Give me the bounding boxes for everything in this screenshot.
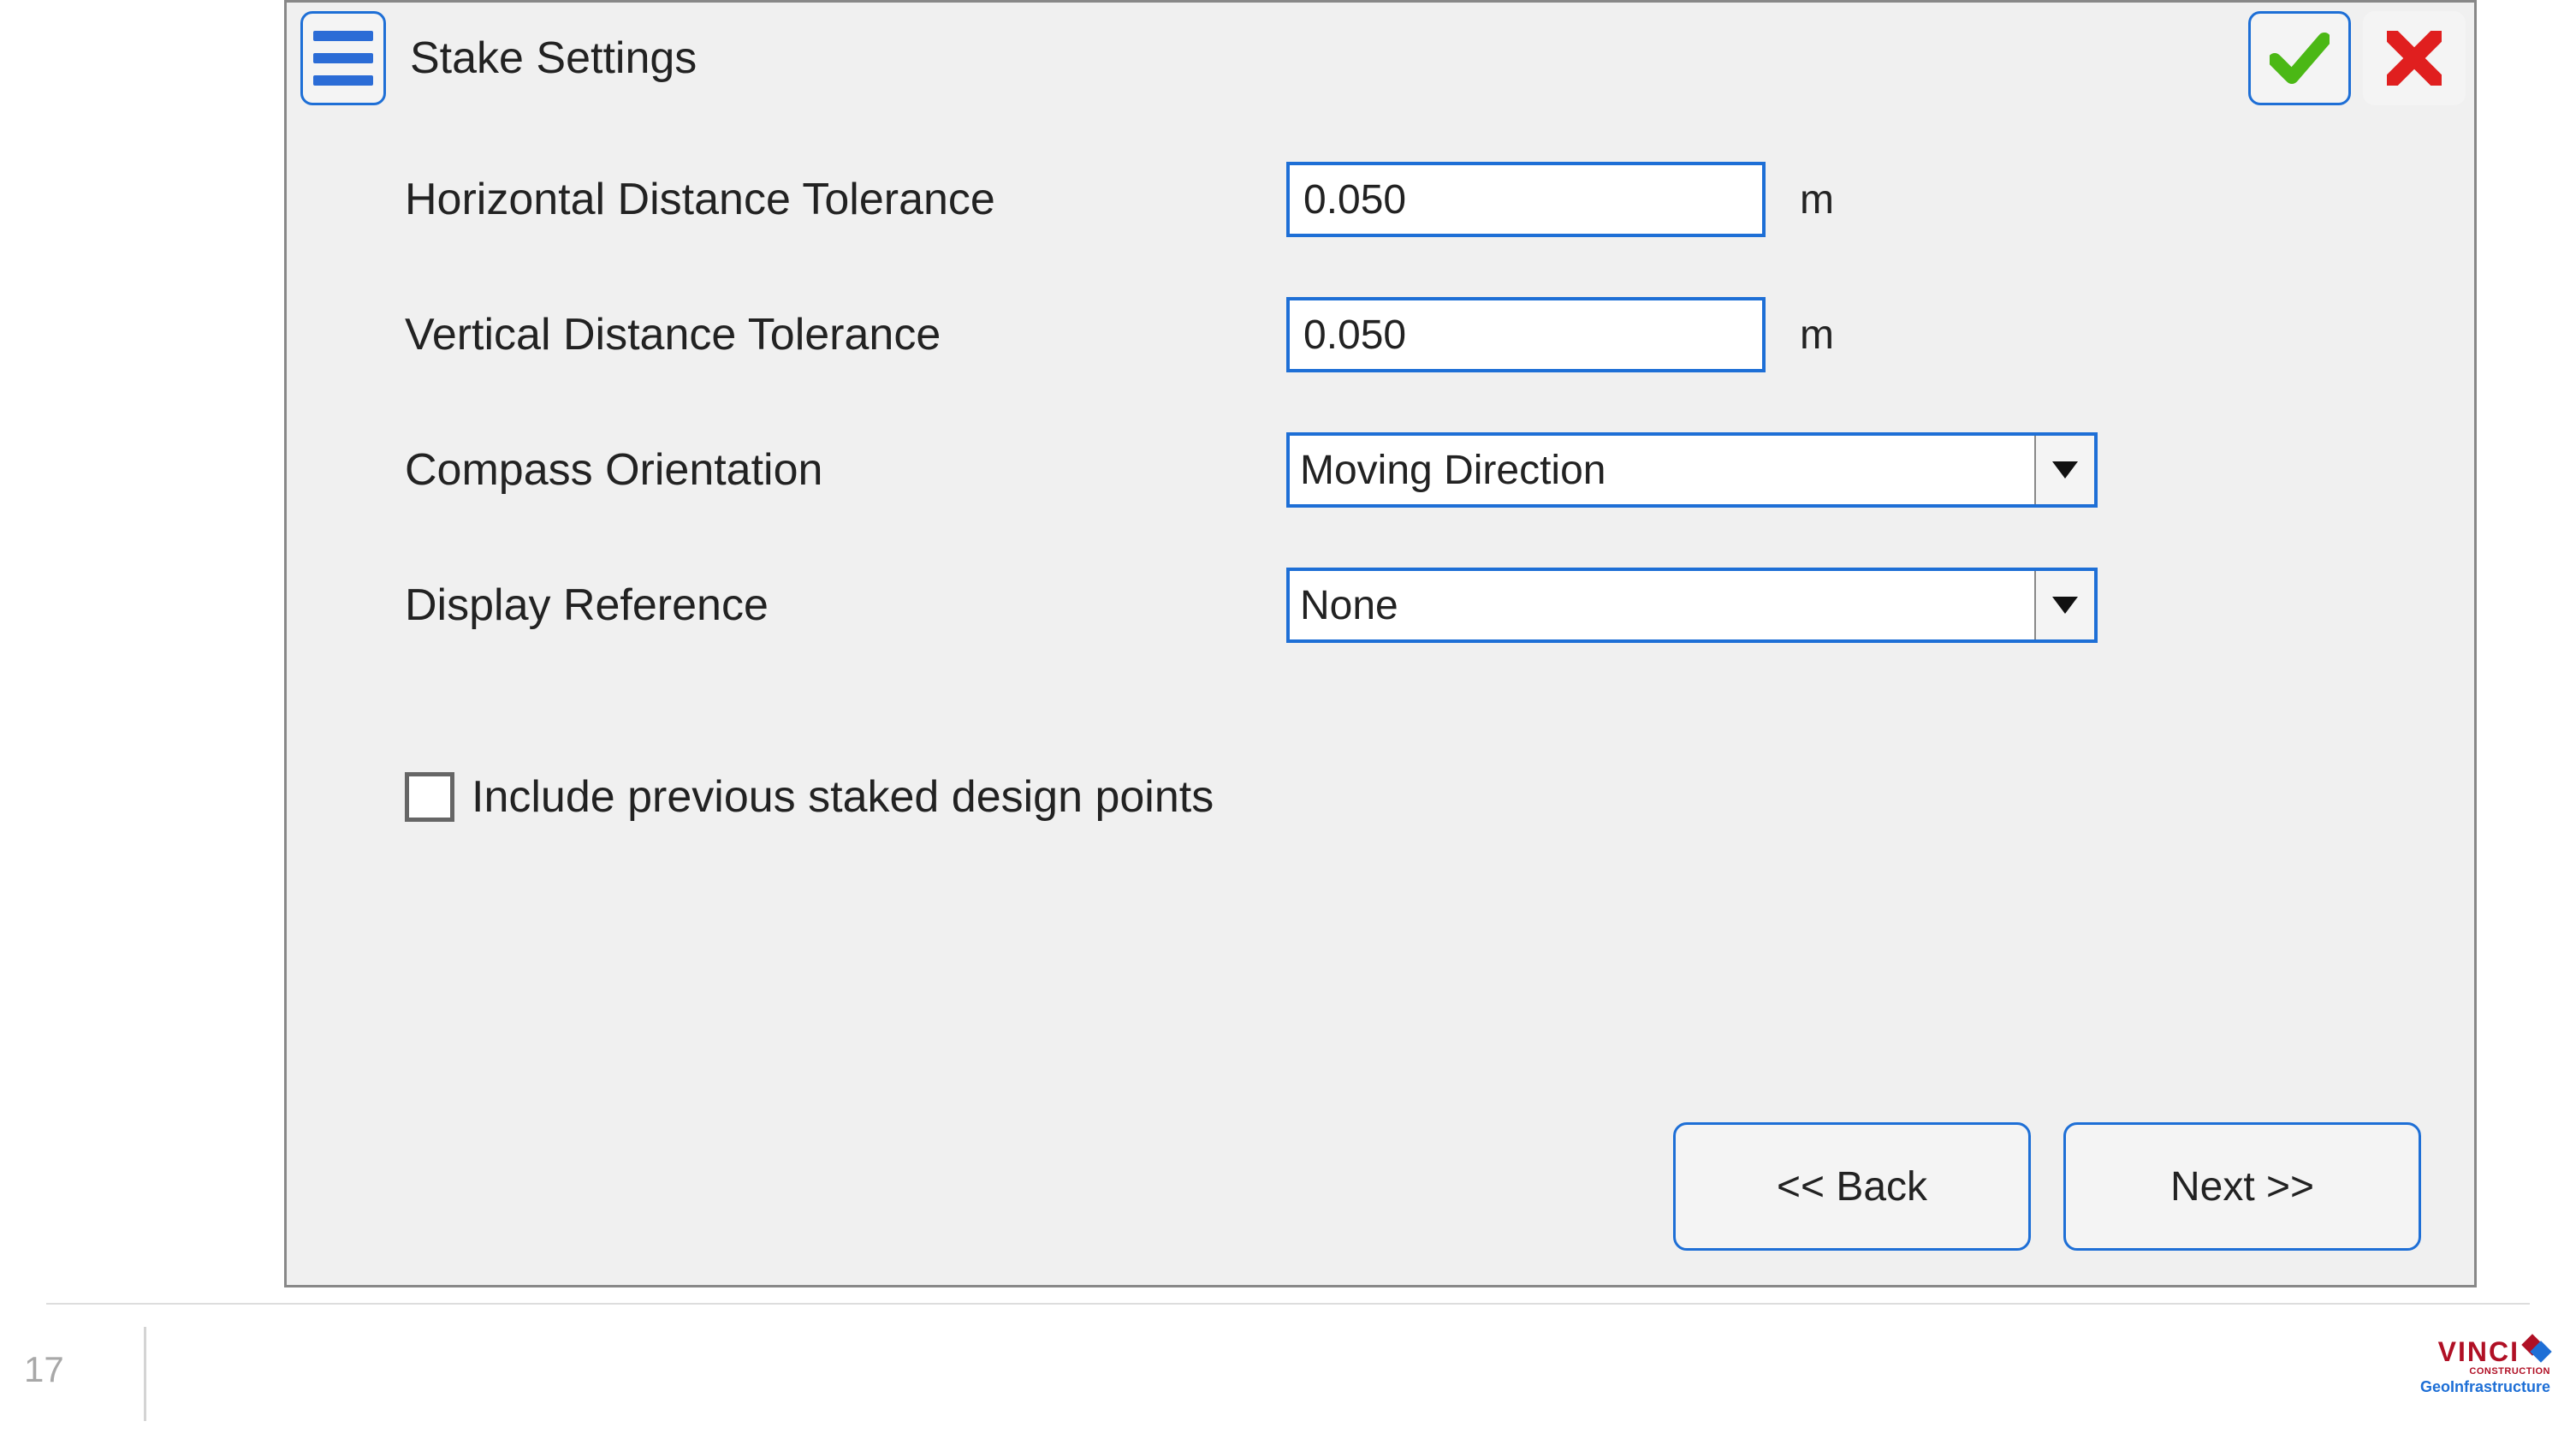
input-horizontal-tolerance[interactable] [1286, 162, 1766, 237]
cancel-button[interactable] [2363, 11, 2466, 105]
unit-vertical-tolerance: m [1800, 312, 1834, 359]
back-button[interactable]: << Back [1673, 1122, 2031, 1251]
checkmark-icon [2270, 33, 2330, 84]
hamburger-icon [313, 53, 373, 63]
row-include-previous: Include previous staked design points [405, 771, 2371, 823]
checkbox-include-previous[interactable] [405, 772, 454, 822]
logo-text-main: VINCI [2438, 1336, 2520, 1368]
footer-divider [46, 1303, 2530, 1305]
unit-horizontal-tolerance: m [1800, 176, 1834, 223]
form-area: Horizontal Distance Tolerance m Vertical… [287, 114, 2474, 823]
stake-settings-dialog: Stake Settings Horizontal Distance Tole [284, 0, 2477, 1287]
row-display-reference: Display Reference None [405, 568, 2371, 643]
row-vertical-tolerance: Vertical Distance Tolerance m [405, 297, 2371, 372]
select-value-compass: Moving Direction [1290, 436, 2034, 504]
page-number: 17 [24, 1349, 64, 1390]
select-compass-orientation[interactable]: Moving Direction [1286, 432, 2098, 508]
logo-text-construction: CONSTRUCTION [2469, 1366, 2550, 1377]
row-compass-orientation: Compass Orientation Moving Direction [405, 432, 2371, 508]
dialog-title: Stake Settings [410, 33, 697, 84]
close-icon [2387, 31, 2442, 86]
logo-diamond-icon [2525, 1335, 2550, 1361]
hamburger-icon [313, 75, 373, 86]
dialog-header: Stake Settings [287, 3, 2474, 114]
label-horizontal-tolerance: Horizontal Distance Tolerance [405, 174, 1286, 225]
select-value-display-ref: None [1290, 571, 2034, 639]
hamburger-icon [313, 31, 373, 41]
select-display-reference[interactable]: None [1286, 568, 2098, 643]
page-number-divider [144, 1327, 146, 1421]
vinci-logo: VINCI CONSTRUCTION GeoInfrastructure [2420, 1335, 2550, 1396]
label-display-reference: Display Reference [405, 580, 1286, 631]
chevron-down-icon [2034, 571, 2094, 639]
confirm-button[interactable] [2248, 11, 2351, 105]
row-horizontal-tolerance: Horizontal Distance Tolerance m [405, 162, 2371, 237]
next-button[interactable]: Next >> [2063, 1122, 2421, 1251]
logo-text-sub: GeoInfrastructure [2420, 1378, 2550, 1396]
label-include-previous: Include previous staked design points [472, 771, 1214, 823]
label-vertical-tolerance: Vertical Distance Tolerance [405, 309, 1286, 360]
input-vertical-tolerance[interactable] [1286, 297, 1766, 372]
label-compass-orientation: Compass Orientation [405, 444, 1286, 496]
chevron-down-icon [2034, 436, 2094, 504]
menu-button[interactable] [300, 11, 386, 105]
